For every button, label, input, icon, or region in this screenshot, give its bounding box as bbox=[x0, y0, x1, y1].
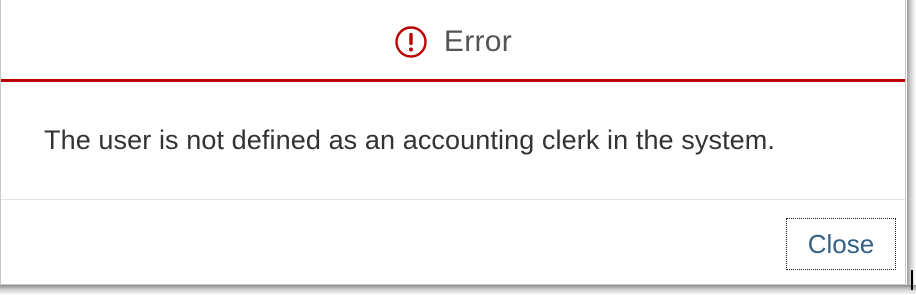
text-cursor bbox=[911, 270, 913, 290]
error-dialog: Error The user is not defined as an acco… bbox=[0, 0, 906, 285]
error-message: The user is not defined as an accounting… bbox=[44, 125, 775, 155]
close-button[interactable]: Close bbox=[786, 218, 896, 270]
dialog-footer: Close bbox=[1, 200, 905, 285]
dialog-header: Error bbox=[1, 0, 905, 82]
window-shadow-bottom bbox=[0, 285, 916, 295]
window-shadow-right bbox=[907, 0, 916, 295]
error-circle-icon bbox=[394, 25, 428, 59]
dialog-content: The user is not defined as an accounting… bbox=[1, 82, 905, 200]
dialog-title: Error bbox=[443, 24, 513, 58]
